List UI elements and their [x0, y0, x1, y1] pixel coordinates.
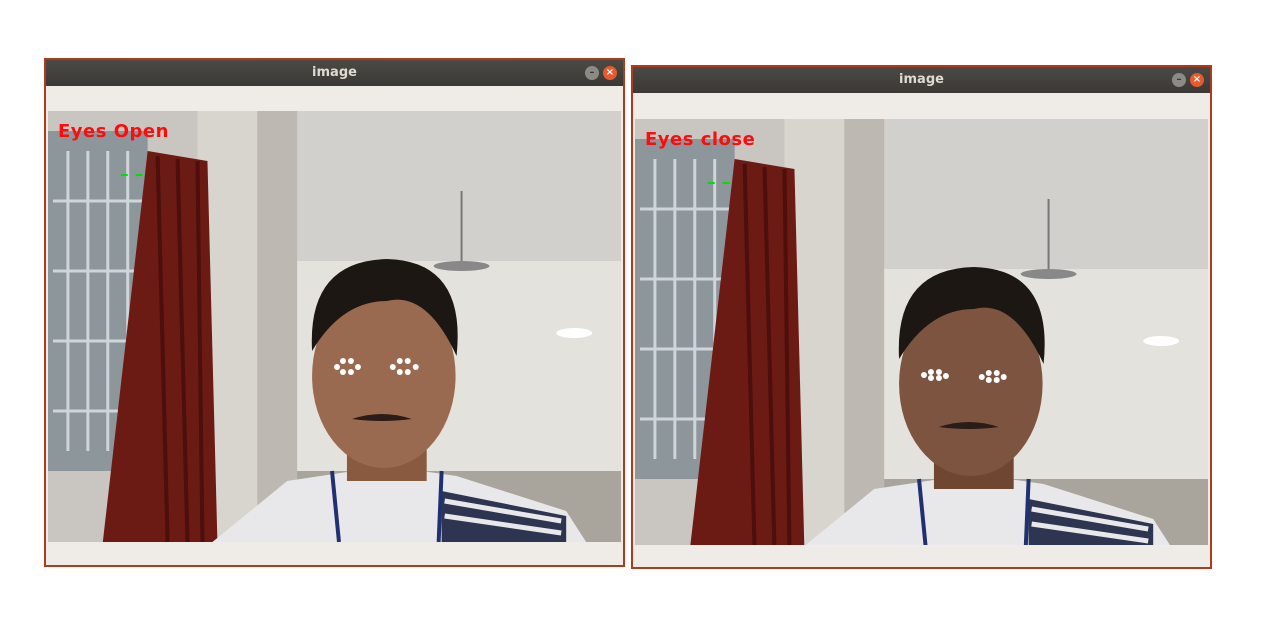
window-bottom-strip [633, 545, 1210, 567]
window-bottom-strip [46, 543, 623, 565]
webcam-image [635, 119, 1208, 550]
image-window-left[interactable]: image – × Eyes Open [44, 58, 625, 567]
minimize-button[interactable]: – [585, 66, 599, 80]
window-title: image [312, 65, 357, 80]
window-titlebar[interactable]: image – × [46, 60, 623, 86]
close-button[interactable]: × [1190, 73, 1204, 87]
camera-frame: Eyes close [635, 119, 1208, 550]
window-titlebar[interactable]: image – × [633, 67, 1210, 93]
close-button[interactable]: × [603, 66, 617, 80]
minimize-button[interactable]: – [1172, 73, 1186, 87]
eye-status-label: Eyes close [645, 129, 756, 150]
window-title: image [899, 72, 944, 87]
window-toolbar-strip [46, 86, 623, 110]
image-window-right[interactable]: image – × Eyes close [631, 65, 1212, 569]
eye-status-label: Eyes Open [58, 121, 169, 142]
window-toolbar-strip [633, 93, 1210, 117]
webcam-image [48, 111, 621, 542]
camera-frame: Eyes Open [48, 111, 621, 542]
